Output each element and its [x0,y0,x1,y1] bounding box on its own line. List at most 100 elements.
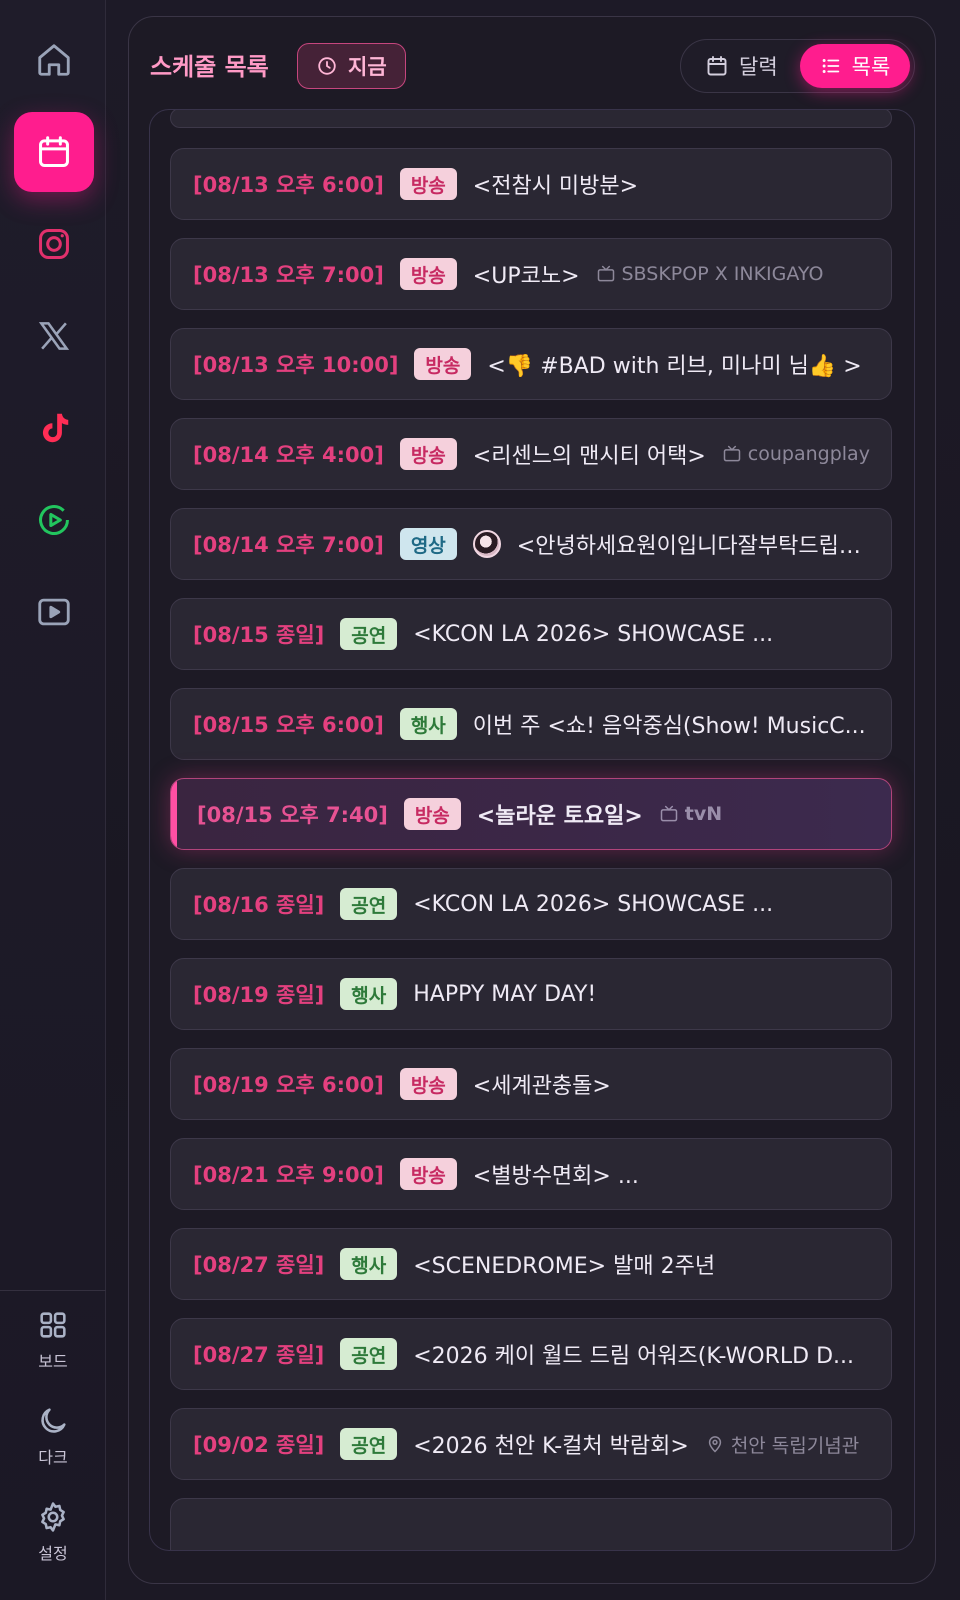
event-date: [08/14 오후 7:00] [193,533,384,557]
list-view-label: 목록 [851,55,891,79]
category-badge: 방송 [399,168,457,200]
event-date: [08/15 종일] [193,623,325,647]
category-badge: 공연 [340,1428,398,1460]
event-title: <놀라운 토요일> [476,804,643,829]
sidebar-dark-mode-button[interactable]: 다크 [0,1396,106,1476]
event-title: <2026 천안 K-컬처 박람회> [413,1434,689,1459]
event-date: [08/15 오후 7:40] [197,803,388,827]
list-icon [822,59,839,73]
category-badge: 행사 [340,1248,398,1280]
grid-icon [40,1312,66,1338]
event-title: <UP코노> [472,264,580,289]
list-item[interactable]: [09/02 종일] 공연 <2026 천안 K-컬처 박람회> 천안 독립기념… [170,1408,892,1480]
sidebar-divider [0,1290,106,1291]
x-icon [38,322,70,350]
now-button[interactable]: 지금 [297,43,406,89]
schedule-panel: 스케줄 목록 지금 달력 목록 [08/13 오후 6:00] 방송 <전참시 … [128,16,936,1584]
event-title: <2026 케이 월드 드림 어워즈(K-WORLD D... [413,1344,855,1369]
list-item-current[interactable]: [08/15 오후 7:40] 방송 <놀라운 토요일> tvN [170,778,892,850]
event-title: <별방수면회> ... [472,1164,639,1189]
event-date: [08/27 종일] [193,1253,325,1277]
list-item[interactable]: [08/13 오후 10:00] 방송 <👎 #BAD with 리브, 미나미… [170,328,892,400]
list-item[interactable]: [08/19 종일] 행사 HAPPY MAY DAY! [170,958,892,1030]
list-view-button[interactable]: 목록 [800,44,910,88]
location-name: 천안 독립기념관 [730,1434,860,1457]
category-badge: 공연 [340,618,398,650]
avatar [472,530,501,558]
category-badge: 방송 [399,258,457,290]
category-badge: 행사 [340,978,398,1010]
event-date: [08/13 오후 6:00] [193,173,384,197]
category-badge: 방송 [399,1158,457,1190]
calendar-view-label: 달력 [739,55,778,79]
settings-label: 설정 [38,1544,68,1563]
sidebar-item-tiktok[interactable] [14,388,94,468]
sidebar-board-button[interactable]: 보드 [0,1300,106,1380]
event-date: [08/15 오후 6:00] [193,713,384,737]
channel-info: tvN [659,803,722,825]
calendar-icon [39,136,69,167]
category-badge: 방송 [414,348,472,380]
list-item[interactable]: [08/21 오후 9:00] 방송 <별방수면회> ... [170,1138,892,1210]
event-date: [08/19 오후 6:00] [193,1073,384,1097]
app: 보드 다크 설정 스케줄 목록 지금 달력 목록 [08/13 오후 6:00]… [0,0,960,1600]
event-date: [08/19 종일] [193,983,325,1007]
list-item[interactable]: [08/13 오후 7:00] 방송 <UP코노> SBSKPOP X INKI… [170,238,892,310]
list-item[interactable]: [08/15 종일] 공연 <KCON LA 2026> SHOWCASE ..… [170,598,892,670]
sidebar-item-x[interactable] [14,296,94,376]
category-badge: 행사 [399,708,457,740]
list-item-partial-top [170,110,892,128]
sidebar: 보드 다크 설정 [0,0,106,1600]
event-title: <세계관충돌> [472,1074,611,1099]
event-title: <KCON LA 2026> SHOWCASE ... [413,621,774,647]
event-date: [08/14 오후 4:00] [193,443,384,467]
schedule-list: [08/13 오후 6:00] 방송 <전참시 미방분> [08/13 오후 7… [149,109,915,1551]
event-title: <리센느의 맨시티 어택> [472,444,706,469]
event-date: [08/13 오후 10:00] [193,353,399,377]
sidebar-settings-button[interactable]: 설정 [0,1492,106,1572]
location-pin-icon [708,1436,721,1453]
list-item[interactable]: [08/27 종일] 공연 <2026 케이 월드 드림 어워즈(K-WORLD… [170,1318,892,1390]
event-date: [08/21 오후 9:00] [193,1163,384,1187]
sidebar-item-youtube[interactable] [14,572,94,652]
view-toggle: 달력 목록 [680,39,915,93]
calendar-icon [707,56,727,76]
category-badge: 공연 [340,888,398,920]
sidebar-item-instagram[interactable] [14,204,94,284]
event-title: <KCON LA 2026> SHOWCASE ... [413,891,774,917]
sidebar-item-schedule[interactable] [14,112,94,192]
list-item[interactable]: [08/16 종일] 공연 <KCON LA 2026> SHOWCASE ..… [170,868,892,940]
sidebar-item-play[interactable] [14,480,94,560]
event-date: [08/13 오후 7:00] [193,263,384,287]
moon-icon [41,1408,66,1433]
event-title: <안녕하세요원이입니다잘부탁드립니... [516,534,869,559]
category-badge: 공연 [340,1338,398,1370]
event-date: [08/16 종일] [193,893,325,917]
event-date: [08/27 종일] [193,1343,325,1367]
event-title: <SCENEDROME> 발매 2주년 [413,1254,716,1279]
category-badge: 방송 [399,438,457,470]
gear-icon [41,1502,65,1532]
list-item[interactable]: [08/14 오후 7:00] 영상 <안녕하세요원이입니다잘부탁드립니... [170,508,892,580]
event-title: <👎 #BAD with 리브, 미나미 님👍 > [487,354,862,379]
calendar-view-button[interactable]: 달력 [705,40,778,92]
event-title: 이번 주 <쇼! 음악중심(Show! MusicC... [472,714,866,739]
now-button-label: 지금 [348,55,387,79]
play-circle-icon [39,505,69,535]
instagram-icon [39,229,69,259]
list-item[interactable]: [08/13 오후 6:00] 방송 <전참시 미방분> [170,148,892,220]
list-item[interactable]: [08/27 종일] 행사 <SCENEDROME> 발매 2주년 [170,1228,892,1300]
dark-label: 다크 [38,1448,68,1467]
list-item[interactable]: [08/19 오후 6:00] 방송 <세계관충돌> [170,1048,892,1120]
category-badge: 방송 [403,798,461,830]
list-item[interactable]: [08/15 오후 6:00] 행사 이번 주 <쇼! 음악중심(Show! M… [170,688,892,760]
sidebar-item-home[interactable] [14,20,94,100]
event-date: [09/02 종일] [193,1433,325,1457]
channel-name: tvN [684,803,723,825]
tv-icon [660,805,677,822]
channel-name: SBSKPOP X INKIGAYO [621,263,824,285]
category-badge: 영상 [399,528,457,560]
list-item[interactable]: [08/14 오후 4:00] 방송 <리센느의 맨시티 어택> coupang… [170,418,892,490]
board-label: 보드 [38,1352,68,1371]
channel-name: coupangplay [747,443,870,465]
